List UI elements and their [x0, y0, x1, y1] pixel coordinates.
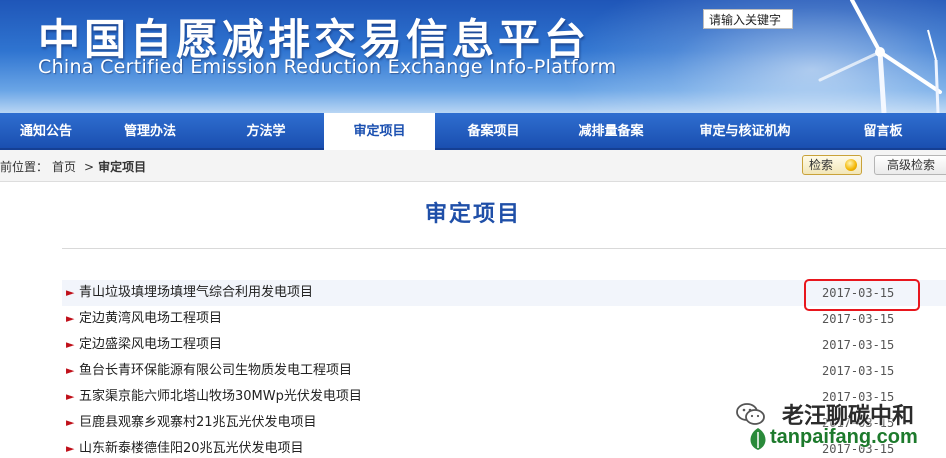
nav-item-methodology[interactable]: 方法学	[208, 113, 324, 150]
project-title[interactable]: 山东新泰楼德佳阳20兆瓦光伏发电项目	[79, 436, 304, 458]
main-nav: 通知公告 管理办法 方法学 审定项目 备案项目 减排量备案 审定与核证机构 留言…	[0, 113, 946, 150]
project-title[interactable]: 定边盛梁风电场工程项目	[79, 332, 222, 358]
watermark-site: tanpaifang.com	[770, 426, 918, 448]
project-title[interactable]: 鱼台长青环保能源有限公司生物质发电工程项目	[79, 358, 352, 384]
nav-item-message-board[interactable]: 留言板	[820, 113, 946, 150]
list-item[interactable]: ► 鱼台长青环保能源有限公司生物质发电工程项目 2017-03-15	[62, 358, 946, 384]
breadcrumb-prefix: 当前位置：	[0, 160, 49, 174]
annotation-highlight-box	[804, 279, 920, 311]
bullet-arrow-icon: ►	[66, 364, 75, 377]
project-title[interactable]: 巨鹿县观寨乡观寨村21兆瓦光伏发电项目	[79, 410, 317, 436]
search-input[interactable]	[703, 9, 793, 29]
site-title-english: China Certified Emission Reduction Excha…	[38, 56, 617, 78]
nav-item-notices[interactable]: 通知公告	[0, 113, 92, 150]
list-item[interactable]: ► 定边盛梁风电场工程项目 2017-03-15	[62, 332, 946, 358]
search-button-arrow-icon	[845, 159, 857, 171]
nav-item-emission-reduction-filing[interactable]: 减排量备案	[552, 113, 670, 150]
search-button-label: 检索	[809, 158, 834, 172]
site-banner: 中国自愿减排交易信息平台 China Certified Emission Re…	[0, 0, 946, 113]
bullet-arrow-icon: ►	[66, 338, 75, 351]
wechat-icon	[736, 403, 765, 425]
search-button[interactable]: 检索	[802, 155, 862, 175]
nav-item-validated-projects[interactable]: 审定项目	[324, 113, 435, 150]
breadcrumb-current: 审定项目	[98, 160, 147, 174]
page-title: 审定项目	[424, 202, 521, 227]
nav-item-regulations[interactable]: 管理办法	[92, 113, 208, 150]
advanced-search-label: 高级检索	[887, 158, 936, 172]
project-title[interactable]: 五家渠京能六师北塔山牧场30MWp光伏发电项目	[79, 384, 362, 410]
project-date: 2017-03-15	[822, 364, 895, 378]
nav-item-registered-projects[interactable]: 备案项目	[435, 113, 552, 150]
bullet-arrow-icon: ►	[66, 286, 75, 299]
bullet-arrow-icon: ►	[66, 312, 75, 325]
title-divider	[62, 248, 946, 249]
project-date: 2017-03-15	[822, 338, 895, 352]
bullet-arrow-icon: ►	[66, 416, 75, 429]
nav-item-validation-bodies[interactable]: 审定与核证机构	[670, 113, 820, 150]
project-title[interactable]: 青山垃圾填埋场填埋气综合利用发电项目	[79, 280, 313, 306]
leaf-logo-icon	[750, 428, 766, 450]
breadcrumb: 当前位置：首页 >审定项目	[0, 158, 150, 175]
wind-turbine-icon	[818, 0, 942, 113]
breadcrumb-separator: >	[84, 160, 95, 174]
project-title[interactable]: 定边黄湾风电场工程项目	[79, 306, 222, 332]
advanced-search-button[interactable]: 高级检索	[874, 155, 946, 175]
breadcrumb-home-link[interactable]: 首页	[52, 160, 76, 174]
bullet-arrow-icon: ►	[66, 390, 75, 403]
bullet-arrow-icon: ►	[66, 442, 75, 455]
